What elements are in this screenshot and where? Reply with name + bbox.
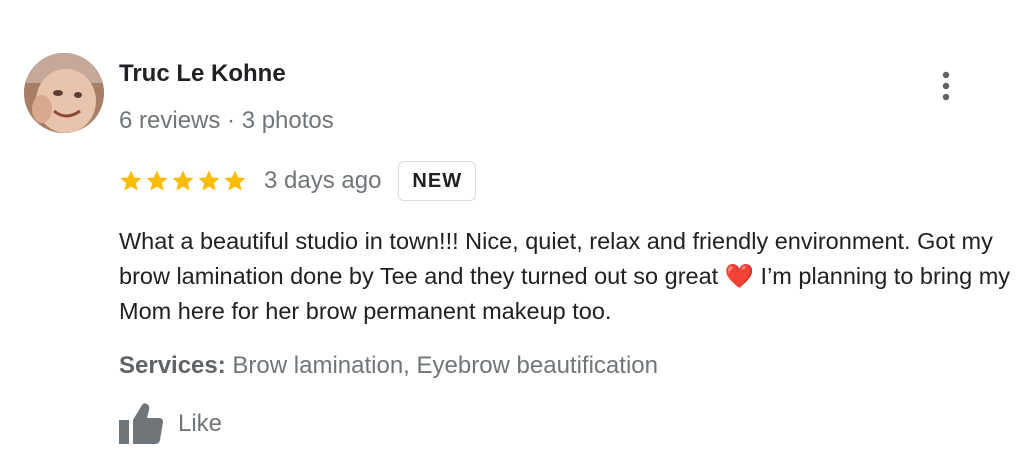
like-button[interactable]: Like [119, 403, 222, 445]
star-icon [224, 170, 246, 191]
reviewer-name[interactable]: Truc Le Kohne [119, 60, 286, 88]
reviewer-meta: 6 reviews · 3 photos [119, 107, 334, 134]
more-vertical-icon [942, 71, 950, 101]
heart-emoji: ❤️ [724, 263, 755, 289]
more-options-button[interactable] [930, 66, 962, 106]
services-label: Services: [119, 352, 226, 379]
rating-row: 3 days ago NEW [119, 160, 477, 202]
star-icon [120, 170, 142, 191]
services-line: Services: Brow lamination, Eyebrow beaut… [119, 352, 658, 380]
new-badge: NEW [398, 161, 477, 201]
review-text: What a beautiful studio in town!!! Nice,… [119, 224, 1014, 329]
like-label: Like [178, 410, 223, 437]
star-icon [172, 170, 194, 191]
reviewer-avatar[interactable] [24, 53, 104, 133]
star-icon [198, 170, 220, 191]
review-card: Truc Le Kohne 6 reviews · 3 photos 3 day… [0, 0, 1022, 472]
services-value: Brow lamination, Eyebrow beautification [225, 352, 658, 379]
review-date: 3 days ago [264, 167, 382, 194]
star-rating [119, 169, 247, 193]
star-icon [146, 170, 168, 191]
thumb-up-icon [119, 403, 163, 444]
